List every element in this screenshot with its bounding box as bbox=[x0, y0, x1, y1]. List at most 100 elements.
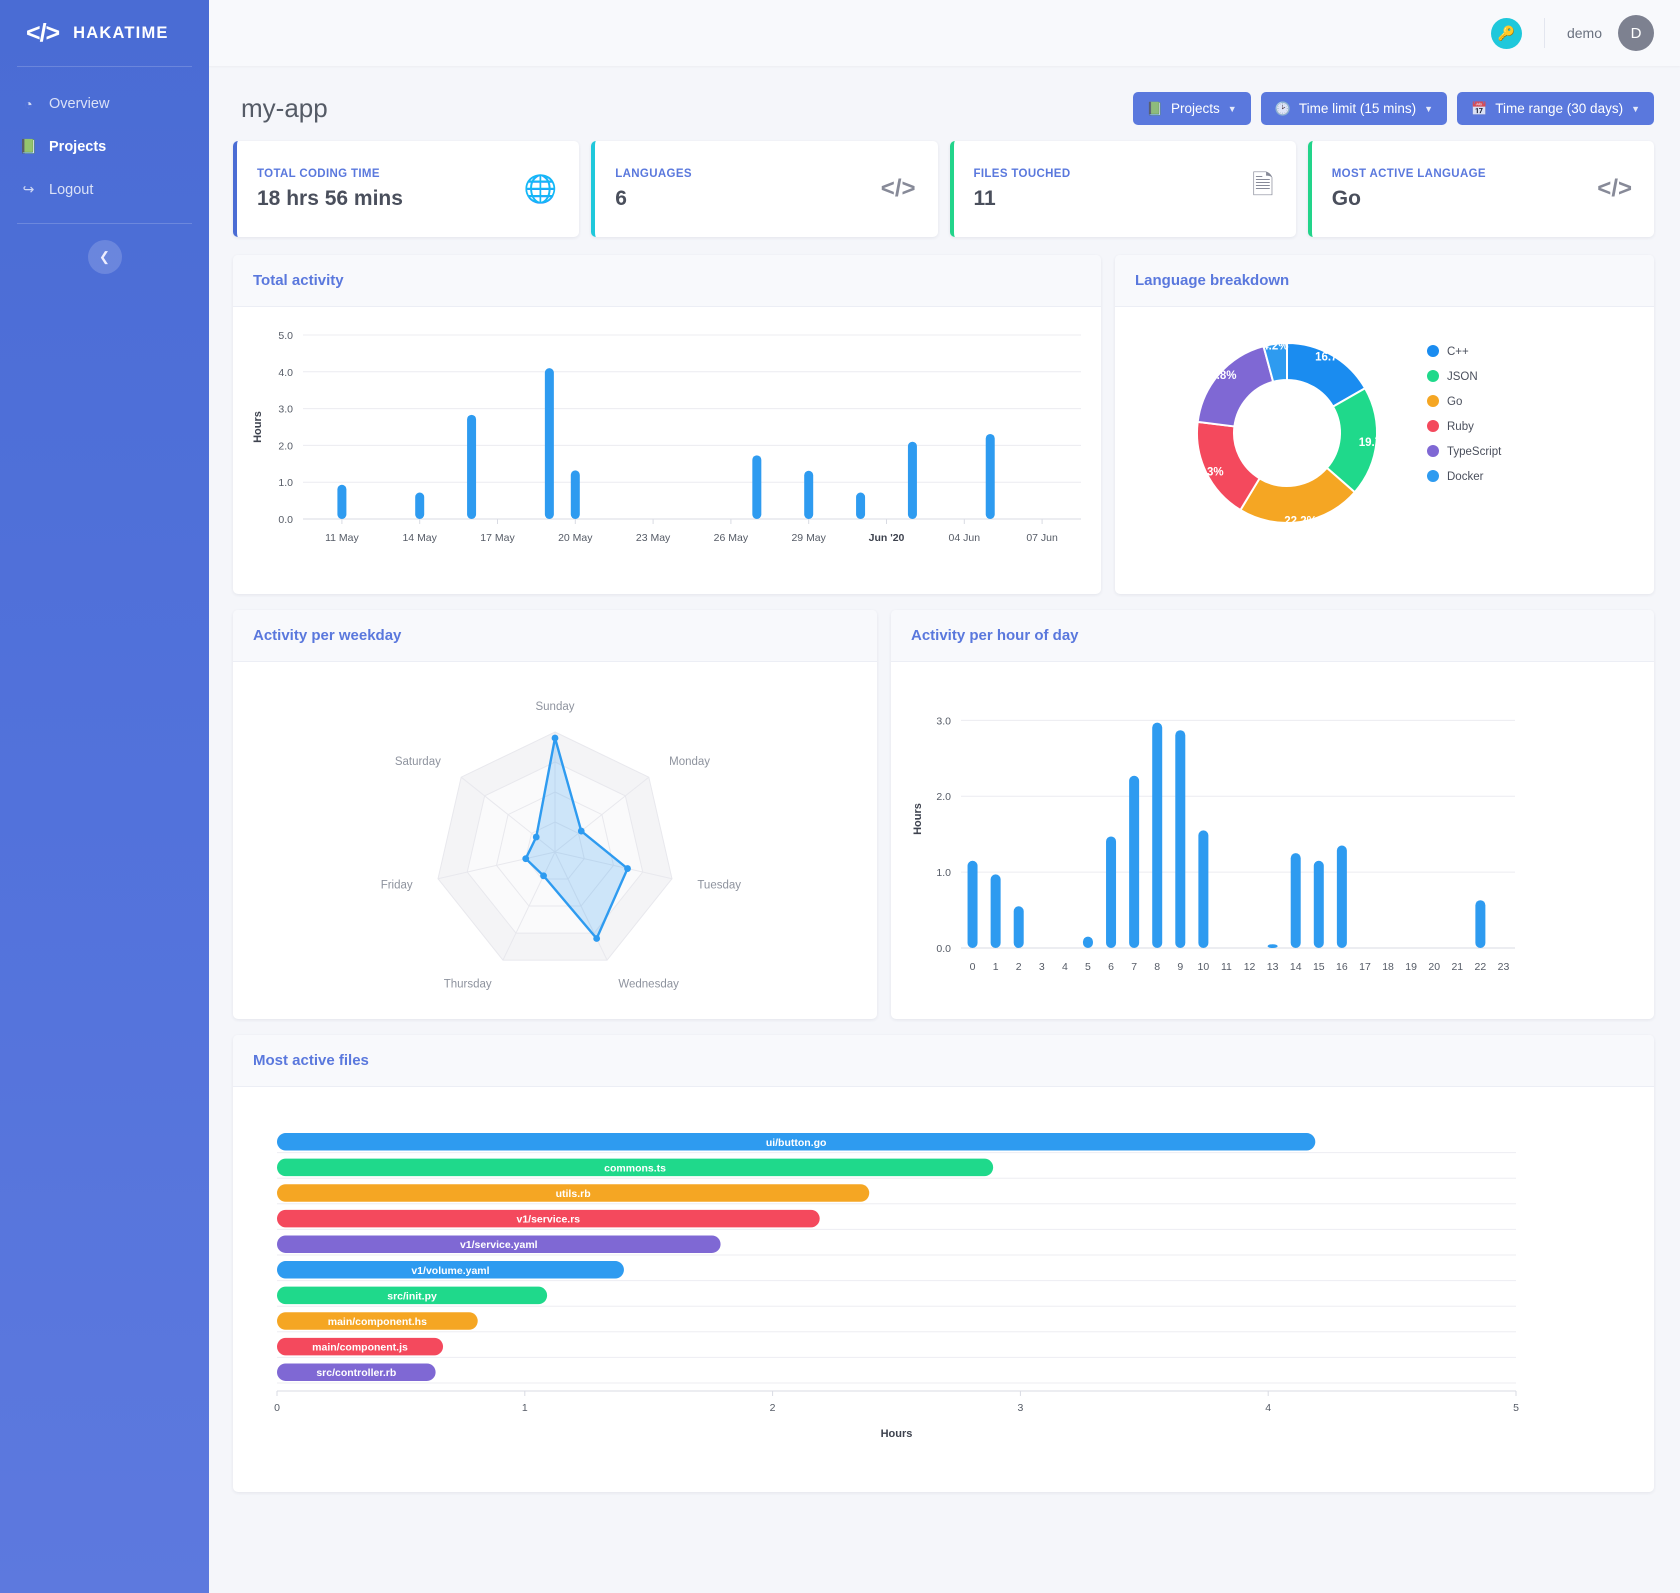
card-activity-weekday: Activity per weekday Sunday Monday Tuesday… bbox=[233, 610, 877, 1019]
stat-label: TOTAL CODING TIME bbox=[257, 167, 380, 180]
divider bbox=[1543, 18, 1545, 48]
book-icon: 📗 bbox=[1146, 100, 1163, 116]
bar bbox=[1267, 944, 1278, 948]
main-area: 🔑 demo D my-app 📗 Projects ▼ 🕑 Time limi… bbox=[209, 0, 1680, 1593]
chart-label: Tuesday bbox=[697, 879, 741, 891]
chart-label: 0.0 bbox=[278, 514, 293, 526]
bar bbox=[570, 470, 580, 519]
time-limit-dropdown-button[interactable]: 🕑 Time limit (15 mins) ▼ bbox=[1260, 92, 1448, 125]
chart-label: 0.0 bbox=[936, 943, 951, 955]
chart-label: 19.7% bbox=[1359, 437, 1392, 449]
stat-card-total-coding-time: TOTAL CODING TIME 18 hrs 56 mins 🌐 bbox=[233, 141, 580, 237]
card-title: Language breakdown bbox=[1115, 255, 1654, 307]
card-title: Activity per weekday bbox=[233, 610, 877, 662]
activity-weekday-chart: Sunday Monday Tuesday Wednesday Thursday Frid… bbox=[381, 701, 742, 991]
sidebar-item-projects[interactable]: 📗 Projects bbox=[0, 125, 209, 168]
globe-icon: 🌐 bbox=[523, 174, 558, 204]
chart-label: 3.0 bbox=[278, 404, 293, 416]
sidebar-collapse-wrap: ❮ bbox=[0, 224, 209, 274]
chart-label: 17 bbox=[1359, 961, 1371, 973]
brand-name: HAKATIME bbox=[73, 23, 169, 42]
topbar: 🔑 demo D bbox=[209, 0, 1680, 66]
chart-label: 1 bbox=[993, 961, 999, 973]
chart-label: 14 bbox=[1290, 961, 1302, 973]
chart-label: 4.0 bbox=[278, 367, 293, 379]
button-label: Time range (30 days) bbox=[1495, 101, 1624, 116]
projects-dropdown-button[interactable]: 📗 Projects ▼ bbox=[1132, 92, 1251, 125]
chart-label: 21 bbox=[1451, 961, 1463, 973]
content: my-app 📗 Projects ▼ 🕑 Time limit (15 min… bbox=[209, 66, 1680, 1593]
chart-label: Sunday bbox=[535, 701, 574, 713]
chart-label: src/init.py bbox=[387, 1290, 437, 1302]
bar bbox=[990, 874, 1001, 948]
activity-hour-chart: 0.01.02.03.0Hours0 1 2 3 4 5 6 7 8 9 10 11 12 13 14 15 1… bbox=[912, 715, 1515, 973]
bar bbox=[1175, 730, 1186, 948]
bar bbox=[1129, 775, 1140, 948]
chart-label: 5.0 bbox=[278, 330, 293, 342]
chart-label: Go bbox=[1447, 396, 1462, 408]
chart-label: Ruby bbox=[1447, 421, 1474, 433]
bar bbox=[1013, 906, 1024, 948]
button-label: Projects bbox=[1171, 101, 1220, 116]
stat-value: 18 hrs 56 mins bbox=[257, 186, 403, 210]
stat-label: LANGUAGES bbox=[615, 167, 692, 180]
language-breakdown-chart: 16.7% 19.7% 22.2% 18.3% 18.8% 4.2% C++ JSON Go Ru… bbox=[1191, 340, 1502, 527]
time-range-dropdown-button[interactable]: 📅 Time range (30 days) ▼ bbox=[1457, 92, 1654, 125]
chart-label: 22.2% bbox=[1284, 515, 1317, 527]
chart-label: 29 May bbox=[791, 532, 826, 544]
chart-label: Monday bbox=[669, 756, 710, 768]
page-header: my-app 📗 Projects ▼ 🕑 Time limit (15 min… bbox=[233, 66, 1654, 141]
key-icon[interactable]: 🔑 bbox=[1490, 17, 1522, 49]
chart-label: 4 bbox=[1265, 1402, 1271, 1414]
chart-label: 20 May bbox=[558, 532, 593, 544]
chart-label: 3.0 bbox=[936, 715, 951, 727]
chart-label: 1.0 bbox=[278, 477, 293, 489]
chart-label: Hours bbox=[912, 803, 924, 835]
chart-label: Wednesday bbox=[618, 979, 679, 991]
chart-label: 18.8% bbox=[1204, 370, 1237, 382]
bar bbox=[1290, 853, 1301, 948]
chart-label: 23 bbox=[1498, 961, 1510, 973]
chart-label: 11 May bbox=[325, 532, 359, 544]
card-body: 0.0 1.0 2.0 3.0 4.0 5.0 Hours 11 May 14 May 17 Ma… bbox=[233, 307, 1101, 594]
charts-row-3: Most active files ui/button.go commons.ts… bbox=[233, 1035, 1654, 1508]
logout-icon: ↪ bbox=[22, 181, 35, 197]
chevron-down-icon: ▼ bbox=[1424, 103, 1434, 114]
user-name: demo bbox=[1566, 25, 1602, 41]
chart-label: 2.0 bbox=[936, 791, 951, 803]
chart-label: 15 bbox=[1313, 961, 1325, 973]
chart-label: 7 bbox=[1131, 961, 1137, 973]
bar bbox=[1313, 860, 1324, 948]
chart-label: Saturday bbox=[395, 756, 441, 768]
legend-swatch bbox=[1427, 420, 1439, 432]
chart-label: 07 Jun bbox=[1026, 532, 1058, 544]
chart-label: Hours bbox=[252, 411, 264, 443]
chart-label: 10 bbox=[1198, 961, 1210, 973]
chart-label: v1/volume.yaml bbox=[411, 1265, 489, 1277]
page-title: my-app bbox=[241, 93, 328, 123]
chart-label: 6 bbox=[1108, 961, 1114, 973]
avatar[interactable]: D bbox=[1618, 15, 1654, 51]
chart-label: Docker bbox=[1447, 471, 1484, 483]
chart-label: 1 bbox=[522, 1402, 528, 1414]
card-body: Sunday Monday Tuesday Wednesday Thursday Frid… bbox=[233, 662, 877, 1019]
sidebar-item-label: Logout bbox=[49, 181, 94, 198]
chart-label: 3 bbox=[1039, 961, 1045, 973]
sidebar-item-logout[interactable]: ↪ Logout bbox=[0, 168, 209, 211]
legend-swatch bbox=[1427, 445, 1439, 457]
bar bbox=[967, 860, 978, 948]
chart-label: Thursday bbox=[444, 979, 492, 991]
bar bbox=[1082, 936, 1093, 948]
chart-label: 9 bbox=[1177, 961, 1183, 973]
chart-label: 18.3% bbox=[1191, 467, 1224, 479]
total-activity-chart: 0.0 1.0 2.0 3.0 4.0 5.0 Hours 11 May 14 May 17 Ma… bbox=[252, 330, 1081, 544]
sidebar-item-overview[interactable]: ◔ Overview bbox=[0, 83, 209, 125]
chart-label: Hours bbox=[881, 1428, 913, 1440]
bar bbox=[1152, 722, 1163, 948]
chevron-left-icon[interactable]: ❮ bbox=[87, 240, 122, 274]
sidebar: </> HAKATIME ◔ Overview 📗 Projects ↪ Log… bbox=[0, 0, 209, 1593]
clock-icon: 🕑 bbox=[1274, 100, 1291, 116]
sidebar-item-label: Overview bbox=[49, 96, 110, 112]
chart-label: TypeScript bbox=[1447, 446, 1502, 458]
chart-label: JSON bbox=[1447, 371, 1478, 383]
